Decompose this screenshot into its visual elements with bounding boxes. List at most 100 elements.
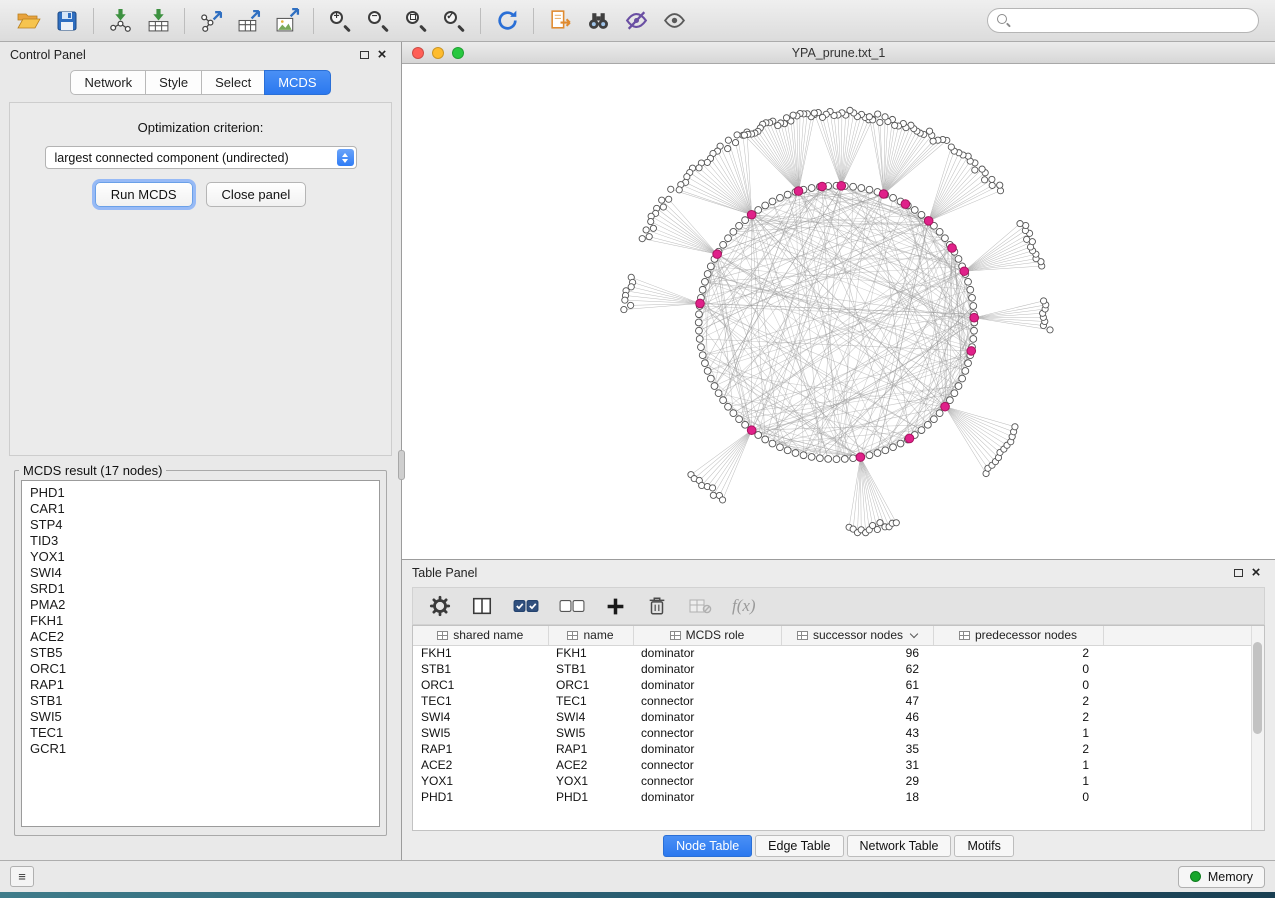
tab-style[interactable]: Style bbox=[145, 70, 202, 95]
toolbar-separator bbox=[184, 8, 185, 34]
zoom-out-button[interactable]: − bbox=[359, 4, 397, 38]
table-row[interactable]: SWI5SWI5connector431 bbox=[413, 725, 1264, 741]
column-header-predecessor-nodes[interactable]: predecessor nodes bbox=[933, 626, 1103, 645]
column-header-MCDS-role[interactable]: MCDS role bbox=[633, 626, 781, 645]
delete-column-button[interactable] bbox=[646, 591, 668, 621]
mcds-result-item[interactable]: TID3 bbox=[30, 533, 379, 549]
vertical-splitter[interactable] bbox=[398, 450, 405, 480]
mcds-result-item[interactable]: ORC1 bbox=[30, 661, 379, 677]
mcds-result-item[interactable]: FKH1 bbox=[30, 613, 379, 629]
tab-select[interactable]: Select bbox=[201, 70, 265, 95]
tab-mcds[interactable]: MCDS bbox=[264, 70, 330, 95]
column-header-shared-name[interactable]: shared name bbox=[413, 626, 548, 645]
open-file-button[interactable] bbox=[10, 4, 48, 38]
zoom-in-button[interactable]: + bbox=[321, 4, 359, 38]
refresh-button[interactable] bbox=[488, 4, 526, 38]
window-close-icon[interactable] bbox=[412, 47, 424, 59]
table-settings-button[interactable] bbox=[429, 591, 451, 621]
mcds-result-item[interactable]: STB5 bbox=[30, 645, 379, 661]
mcds-result-item[interactable]: YOX1 bbox=[30, 549, 379, 565]
table-row[interactable]: FKH1FKH1dominator962 bbox=[413, 645, 1264, 661]
column-header-name[interactable]: name bbox=[548, 626, 633, 645]
status-menu-button[interactable]: ≡ bbox=[10, 866, 34, 887]
column-grid-icon bbox=[437, 631, 448, 640]
close-panel-button[interactable]: × bbox=[373, 46, 391, 64]
plus-icon bbox=[605, 596, 626, 617]
export-image-icon bbox=[275, 8, 300, 33]
mcds-result-group: MCDS result (17 nodes) PHD1CAR1STP4TID3Y… bbox=[14, 463, 387, 836]
column-header-successor-nodes[interactable]: successor nodes bbox=[781, 626, 933, 645]
tab-node-table[interactable]: Node Table bbox=[663, 835, 752, 857]
import-network-button[interactable] bbox=[101, 4, 139, 38]
float-table-panel-button[interactable] bbox=[1229, 564, 1247, 582]
table-toolbar: f(x) bbox=[412, 587, 1265, 625]
float-panel-button[interactable] bbox=[355, 46, 373, 64]
save-button[interactable] bbox=[48, 4, 86, 38]
table-row[interactable]: RAP1RAP1dominator352 bbox=[413, 741, 1264, 757]
window-maximize-icon[interactable] bbox=[452, 47, 464, 59]
tab-motifs[interactable]: Motifs bbox=[954, 835, 1013, 857]
criterion-select[interactable]: largest connected component (undirected) bbox=[45, 146, 357, 169]
tab-network[interactable]: Network bbox=[70, 70, 146, 95]
search-icon bbox=[996, 13, 1011, 28]
import-table-button[interactable] bbox=[139, 4, 177, 38]
binoculars-icon bbox=[586, 8, 611, 33]
export-document-button[interactable] bbox=[541, 4, 579, 38]
mcds-result-item[interactable]: SWI4 bbox=[30, 565, 379, 581]
table-row[interactable]: YOX1YOX1connector291 bbox=[413, 773, 1264, 789]
first-neighbors-button[interactable] bbox=[579, 4, 617, 38]
column-grid-icon bbox=[797, 631, 808, 640]
export-network-button[interactable] bbox=[192, 4, 230, 38]
search-input[interactable] bbox=[987, 8, 1259, 33]
function-builder-button[interactable]: f(x) bbox=[732, 591, 756, 621]
table-row[interactable]: STB1STB1dominator620 bbox=[413, 661, 1264, 677]
memory-button[interactable]: Memory bbox=[1178, 866, 1265, 888]
deselect-all-button[interactable] bbox=[559, 591, 585, 621]
mcds-result-list[interactable]: PHD1CAR1STP4TID3YOX1SWI4SRD1PMA2FKH1ACE2… bbox=[21, 480, 380, 827]
create-column-button[interactable] bbox=[605, 591, 626, 621]
network-canvas[interactable] bbox=[402, 64, 1275, 559]
run-mcds-button[interactable]: Run MCDS bbox=[95, 182, 193, 207]
mcds-result-item[interactable]: ACE2 bbox=[30, 629, 379, 645]
control-panel: Control Panel × NetworkStyleSelectMCDS O… bbox=[0, 42, 402, 860]
close-icon: × bbox=[1252, 565, 1261, 580]
delete-table-button[interactable] bbox=[688, 591, 712, 621]
select-all-button[interactable] bbox=[513, 591, 539, 621]
sort-chevron-icon[interactable] bbox=[910, 630, 918, 638]
graphics-details-button[interactable] bbox=[617, 4, 655, 38]
table-row[interactable]: PHD1PHD1dominator180 bbox=[413, 789, 1264, 805]
mcds-result-item[interactable]: RAP1 bbox=[30, 677, 379, 693]
table-row[interactable]: TEC1TEC1connector472 bbox=[413, 693, 1264, 709]
mcds-result-item[interactable]: CAR1 bbox=[30, 501, 379, 517]
scrollbar-thumb[interactable] bbox=[1253, 642, 1262, 734]
mcds-result-item[interactable]: STB1 bbox=[30, 693, 379, 709]
network-window-titlebar[interactable]: YPA_prune.txt_1 bbox=[402, 42, 1275, 64]
columns-icon bbox=[471, 595, 493, 617]
open-folder-icon bbox=[16, 9, 42, 33]
fx-icon: f(x) bbox=[732, 596, 756, 616]
close-table-panel-button[interactable]: × bbox=[1247, 564, 1265, 582]
export-image-button[interactable] bbox=[268, 4, 306, 38]
table-row[interactable]: SWI4SWI4dominator462 bbox=[413, 709, 1264, 725]
close-mcds-panel-button[interactable]: Close panel bbox=[206, 182, 307, 207]
zoom-selected-button[interactable]: ✓ bbox=[435, 4, 473, 38]
show-hide-button[interactable] bbox=[655, 4, 693, 38]
table-scrollbar[interactable] bbox=[1251, 626, 1264, 830]
mcds-result-item[interactable]: STP4 bbox=[30, 517, 379, 533]
mcds-result-item[interactable]: PHD1 bbox=[30, 485, 379, 501]
table-row[interactable]: ORC1ORC1dominator610 bbox=[413, 677, 1264, 693]
tab-network-table[interactable]: Network Table bbox=[847, 835, 952, 857]
network-view-window: YPA_prune.txt_1 bbox=[402, 42, 1275, 560]
window-minimize-icon[interactable] bbox=[432, 47, 444, 59]
export-table-button[interactable] bbox=[230, 4, 268, 38]
mcds-result-item[interactable]: PMA2 bbox=[30, 597, 379, 613]
toolbar-separator bbox=[480, 8, 481, 34]
table-row[interactable]: ACE2ACE2connector311 bbox=[413, 757, 1264, 773]
mcds-result-item[interactable]: SRD1 bbox=[30, 581, 379, 597]
zoom-fit-button[interactable] bbox=[397, 4, 435, 38]
tab-edge-table[interactable]: Edge Table bbox=[755, 835, 843, 857]
mcds-result-item[interactable]: TEC1 bbox=[30, 725, 379, 741]
show-columns-button[interactable] bbox=[471, 591, 493, 621]
mcds-result-item[interactable]: SWI5 bbox=[30, 709, 379, 725]
mcds-result-item[interactable]: GCR1 bbox=[30, 741, 379, 757]
